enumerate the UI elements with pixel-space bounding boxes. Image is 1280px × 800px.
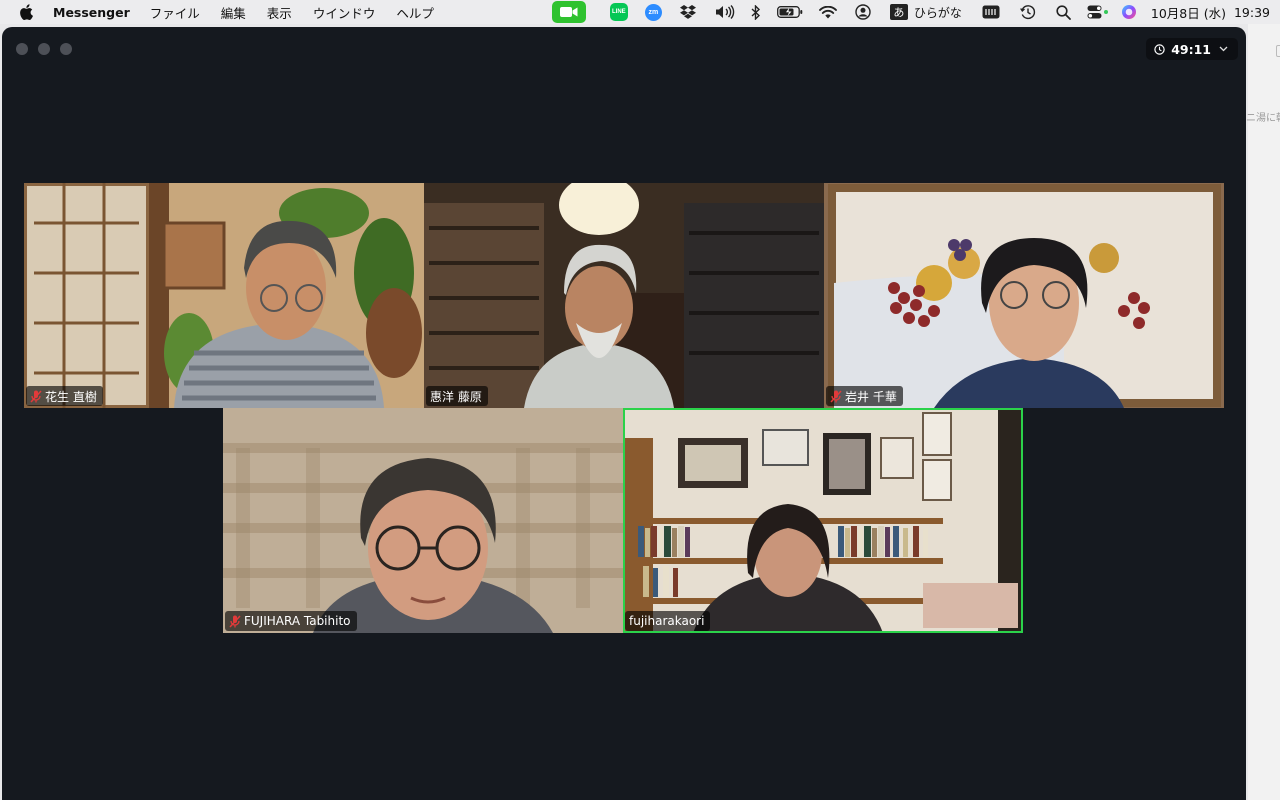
meeting-elapsed-time: 49:11: [1171, 41, 1211, 57]
battery-icon[interactable]: [776, 0, 803, 24]
participant-name-tag: fujiharakaori: [625, 611, 711, 631]
menu-file[interactable]: ファイル: [150, 3, 200, 22]
wifi-icon[interactable]: [818, 0, 837, 24]
menu-bar: Messenger ファイル 編集 表示 ウインドウ ヘルプ LINE zm あ…: [0, 0, 1280, 24]
background-window-control: [1276, 45, 1280, 57]
window-controls: [16, 43, 72, 55]
time-machine-icon[interactable]: [1020, 0, 1036, 24]
fullscreen-window-button[interactable]: [60, 43, 72, 55]
close-window-button[interactable]: [16, 43, 28, 55]
participant-video-feed: [223, 408, 623, 633]
keyboard-menu-icon[interactable]: [982, 0, 1000, 24]
background-window-text: ニ湯に朝: [1246, 113, 1280, 124]
meeting-window: 49:11 花生 直樹 惠洋 藤原 岩井 千華 FUJIHARA Tabihit…: [2, 27, 1246, 800]
minimize-window-button[interactable]: [38, 43, 50, 55]
participant-name: 花生 直樹: [45, 389, 97, 404]
menubar-time[interactable]: 19:39: [1234, 5, 1270, 20]
input-source-label: ひらがな: [913, 5, 962, 20]
siri-icon[interactable]: [1121, 0, 1137, 24]
zoom-meeting-status-icon[interactable]: [551, 0, 586, 24]
volume-icon[interactable]: [715, 0, 735, 24]
chevron-down-icon: [1219, 46, 1228, 52]
app-name-menu[interactable]: Messenger: [53, 5, 130, 20]
zoom-app-icon[interactable]: zm: [644, 0, 662, 24]
participant-video-tile[interactable]: 岩井 千華: [824, 183, 1224, 408]
participant-name-tag: 花生 直樹: [26, 386, 103, 406]
participant-video-feed: [824, 183, 1224, 408]
background-window: ニ湯に朝: [1246, 24, 1280, 800]
bluetooth-icon[interactable]: [751, 0, 761, 24]
participant-video-feed: [623, 408, 1023, 633]
microphone-muted-icon: [830, 389, 842, 403]
participant-name-tag: 岩井 千華: [826, 386, 903, 406]
participant-name-tag: 惠洋 藤原: [426, 386, 488, 406]
dropbox-icon[interactable]: [679, 0, 697, 24]
participant-video-tile-active-speaker[interactable]: fujiharakaori: [623, 408, 1023, 633]
menu-help[interactable]: ヘルプ: [396, 3, 434, 22]
user-account-icon[interactable]: [855, 0, 871, 24]
participant-video-tile[interactable]: FUJIHARA Tabihito: [223, 408, 623, 633]
input-source-icon[interactable]: あ ひらがな: [889, 0, 962, 24]
menu-edit[interactable]: 編集: [221, 3, 246, 22]
participant-name-tag: FUJIHARA Tabihito: [225, 611, 357, 631]
menu-view[interactable]: 表示: [267, 3, 292, 22]
participant-video-tile[interactable]: 惠洋 藤原: [424, 183, 824, 408]
microphone-muted-icon: [229, 614, 241, 628]
participant-name: 惠洋 藤原: [430, 389, 482, 404]
participant-video-feed: [424, 183, 824, 408]
menu-window[interactable]: ウインドウ: [313, 3, 376, 22]
menubar-date[interactable]: 10月8日 (水): [1151, 3, 1226, 22]
line-icon[interactable]: LINE: [609, 0, 628, 24]
clock-icon: [1154, 43, 1165, 55]
participant-name: FUJIHARA Tabihito: [244, 614, 351, 628]
participant-name: fujiharakaori: [629, 614, 705, 628]
control-center-icon[interactable]: [1087, 0, 1109, 24]
apple-menu-icon[interactable]: [19, 4, 37, 20]
participant-video-tile[interactable]: 花生 直樹: [24, 183, 424, 408]
participant-name: 岩井 千華: [845, 389, 897, 404]
microphone-muted-icon: [30, 389, 42, 403]
spotlight-search-icon[interactable]: [1056, 0, 1071, 24]
participant-video-feed: [24, 183, 424, 408]
meeting-timer[interactable]: 49:11: [1146, 38, 1238, 60]
